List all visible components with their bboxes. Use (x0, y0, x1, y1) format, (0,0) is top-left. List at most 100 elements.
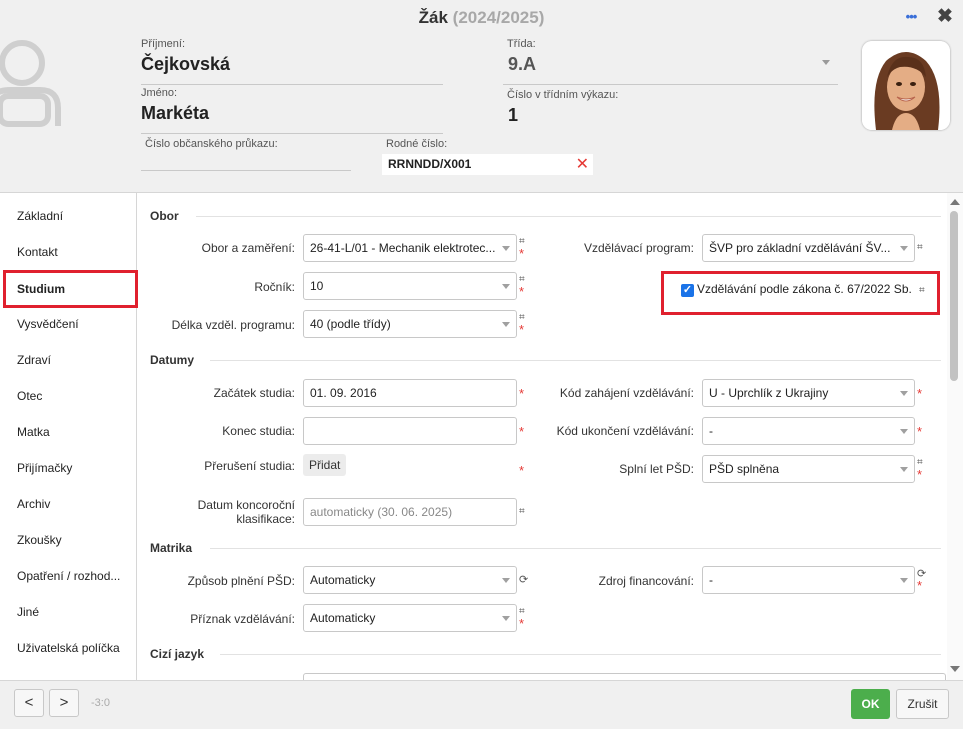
birth-number-label: Rodné číslo: (386, 138, 448, 150)
hash-icon[interactable]: ⌗ (519, 506, 531, 518)
section-divider (196, 216, 941, 217)
scrollbar-thumb[interactable] (950, 211, 958, 381)
chevron-down-icon (900, 578, 908, 583)
koncorocni-label: Datum koncoroční klasifikace: (150, 498, 295, 526)
zdroj-select[interactable]: - (702, 566, 915, 594)
hash-icon[interactable]: ⌗ (917, 242, 929, 254)
student-photo[interactable] (862, 41, 950, 130)
chevron-down-icon (900, 246, 908, 251)
sidebar-item-kontakt[interactable]: Kontakt (0, 234, 136, 270)
chevron-down-icon (822, 60, 830, 65)
school-year: (2024/2025) (452, 8, 545, 27)
chevron-down-icon (502, 284, 510, 289)
sidebar-item-vysvedceni[interactable]: Vysvědčení (0, 306, 136, 342)
obor-select[interactable]: 26-41-L/01 - Mechanik elektrotec... (303, 234, 517, 262)
sidebar-item-archiv[interactable]: Archiv (0, 486, 136, 522)
required-icon: * (519, 284, 525, 299)
section-matrika-title: Matrika (150, 541, 193, 555)
koncorocni-input[interactable]: automaticky (30. 06. 2025) (303, 498, 517, 526)
sidebar-item-uzivatelska-policka[interactable]: Uživatelská políčka (0, 630, 136, 666)
clear-icon[interactable]: ✕ (576, 154, 589, 175)
sidebar-item-otec[interactable]: Otec (0, 378, 136, 414)
zakon-checkbox[interactable]: ✓ (681, 284, 694, 297)
chevron-down-icon (502, 616, 510, 621)
delka-value: 40 (podle třídy) (310, 317, 391, 331)
cizi-jazyk-field[interactable] (303, 673, 946, 680)
rocnik-marks: ⌗ * (519, 274, 531, 298)
delka-select[interactable]: 40 (podle třídy) (303, 310, 517, 338)
scroll-up-icon[interactable] (950, 199, 960, 205)
student-header: Žák (2024/2025) ••• ✖ Příjmení: Čejkovsk… (0, 0, 963, 193)
kod-ukonceni-label: Kód ukončení vzdělávání: (556, 424, 694, 438)
surname-value[interactable]: Čejkovská (141, 51, 443, 85)
sidebar-item-zdravi[interactable]: Zdraví (0, 342, 136, 378)
section-obor-title: Obor (150, 209, 179, 223)
close-icon[interactable]: ✖ (935, 7, 955, 27)
id-card-label: Číslo občanského průkazu: (145, 138, 278, 150)
chevron-down-icon (900, 429, 908, 434)
required-icon: * (917, 467, 923, 482)
program-select[interactable]: ŠVP pro základní vzdělávání ŠV... (702, 234, 915, 262)
koncorocni-label-line1: Datum koncoroční (197, 498, 295, 512)
section-cizi-jazyk-title: Cizí jazyk (150, 647, 205, 661)
sidebar-item-jine[interactable]: Jiné (0, 594, 136, 630)
priznak-select[interactable]: Automaticky (303, 604, 517, 632)
kod-ukonceni-marks: * (917, 425, 929, 438)
surname-label: Příjmení: (141, 38, 186, 50)
section-datumy-title: Datumy (150, 353, 195, 367)
program-marks: ⌗ (917, 242, 929, 254)
chevron-down-icon (900, 467, 908, 472)
id-card-input[interactable] (141, 170, 351, 171)
kod-ukonceni-select[interactable]: - (702, 417, 915, 445)
hash-icon[interactable]: ⌗ (919, 285, 925, 297)
birth-number-input[interactable]: RRNNDD/X001 ✕ (382, 154, 593, 175)
sidebar-item-prijimacky[interactable]: Přijímačky (0, 450, 136, 486)
kod-zahajeni-value: U - Uprchlík z Ukrajiny (709, 386, 829, 400)
section-divider (210, 548, 941, 549)
required-icon: * (519, 322, 525, 337)
rocnik-select[interactable]: 10 (303, 272, 517, 300)
zpusob-select[interactable]: Automaticky (303, 566, 517, 594)
kod-zahajeni-marks: * (917, 387, 929, 400)
zpusob-marks: ⟳ (519, 574, 531, 586)
required-icon: * (519, 246, 525, 261)
psd-select[interactable]: PŠD splněna (702, 455, 915, 483)
sidebar-item-zakladni[interactable]: Základní (0, 198, 136, 234)
preruseni-marks: * (519, 464, 531, 477)
sidebar-item-matka[interactable]: Matka (0, 414, 136, 450)
koncorocni-marks: ⌗ (519, 506, 531, 518)
scroll-down-icon[interactable] (950, 666, 960, 672)
cancel-button[interactable]: Zrušit (896, 689, 949, 719)
zakon-highlight: ✓ Vzdělávání podle zákona č. 67/2022 Sb.… (661, 271, 940, 315)
koncorocni-label-line2: klasifikace: (236, 512, 295, 526)
ok-button[interactable]: OK (851, 689, 890, 719)
class-value: 9.A (503, 51, 838, 85)
required-icon: * (917, 578, 923, 593)
priznak-value: Automaticky (310, 611, 376, 625)
konec-input[interactable] (303, 417, 517, 445)
chevron-down-icon (502, 246, 510, 251)
next-button[interactable]: > (49, 689, 79, 717)
zacatek-input[interactable]: 01. 09. 2016 (303, 379, 517, 407)
class-field[interactable]: Třída: 9.A (503, 38, 838, 85)
kod-ukonceni-value: - (709, 424, 713, 438)
sidebar: Základní Kontakt Studium Vysvědčení Zdra… (0, 193, 138, 680)
class-report-label: Číslo v třídním výkazu: (507, 89, 619, 101)
refresh-icon[interactable]: ⟳ (519, 574, 531, 586)
section-divider (210, 360, 941, 361)
preruseni-add-button[interactable]: Přidat (303, 454, 347, 476)
prev-button[interactable]: < (14, 689, 44, 717)
student-photo-image (862, 41, 950, 130)
sidebar-item-studium[interactable]: Studium (3, 270, 138, 308)
psd-label: Splní let PŠD: (619, 462, 694, 476)
birth-number-field: Rodné číslo: (382, 138, 593, 151)
chevron-down-icon (502, 578, 510, 583)
zakon-label[interactable]: Vzdělávání podle zákona č. 67/2022 Sb. (697, 282, 912, 296)
ellipsis-icon[interactable]: ••• (903, 10, 919, 26)
name-value[interactable]: Markéta (141, 100, 443, 134)
footer (0, 680, 963, 729)
sidebar-item-opatreni[interactable]: Opatření / rozhod... (0, 558, 136, 594)
psd-value: PŠD splněna (709, 462, 780, 476)
sidebar-item-zkousky[interactable]: Zkoušky (0, 522, 136, 558)
kod-zahajeni-select[interactable]: U - Uprchlík z Ukrajiny (702, 379, 915, 407)
